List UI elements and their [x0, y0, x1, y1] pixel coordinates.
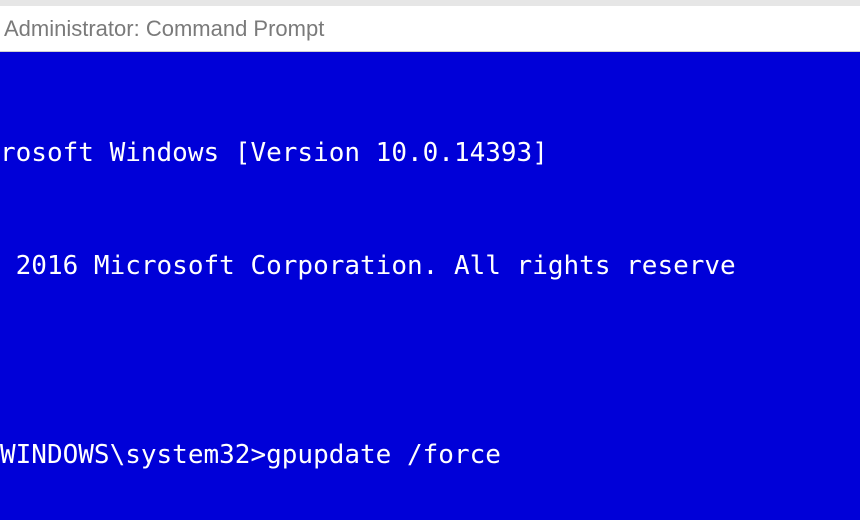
- terminal-line: rosoft Windows [Version 10.0.14393]: [0, 135, 860, 173]
- terminal-area[interactable]: rosoft Windows [Version 10.0.14393] 2016…: [0, 52, 860, 520]
- command-prompt-window: Administrator: Command Prompt rosoft Win…: [0, 0, 860, 520]
- titlebar[interactable]: Administrator: Command Prompt: [0, 0, 860, 52]
- terminal-line: WINDOWS\system32>gpupdate /force: [0, 437, 860, 475]
- window-title: Administrator: Command Prompt: [4, 16, 324, 42]
- terminal-line: 2016 Microsoft Corporation. All rights r…: [0, 248, 860, 286]
